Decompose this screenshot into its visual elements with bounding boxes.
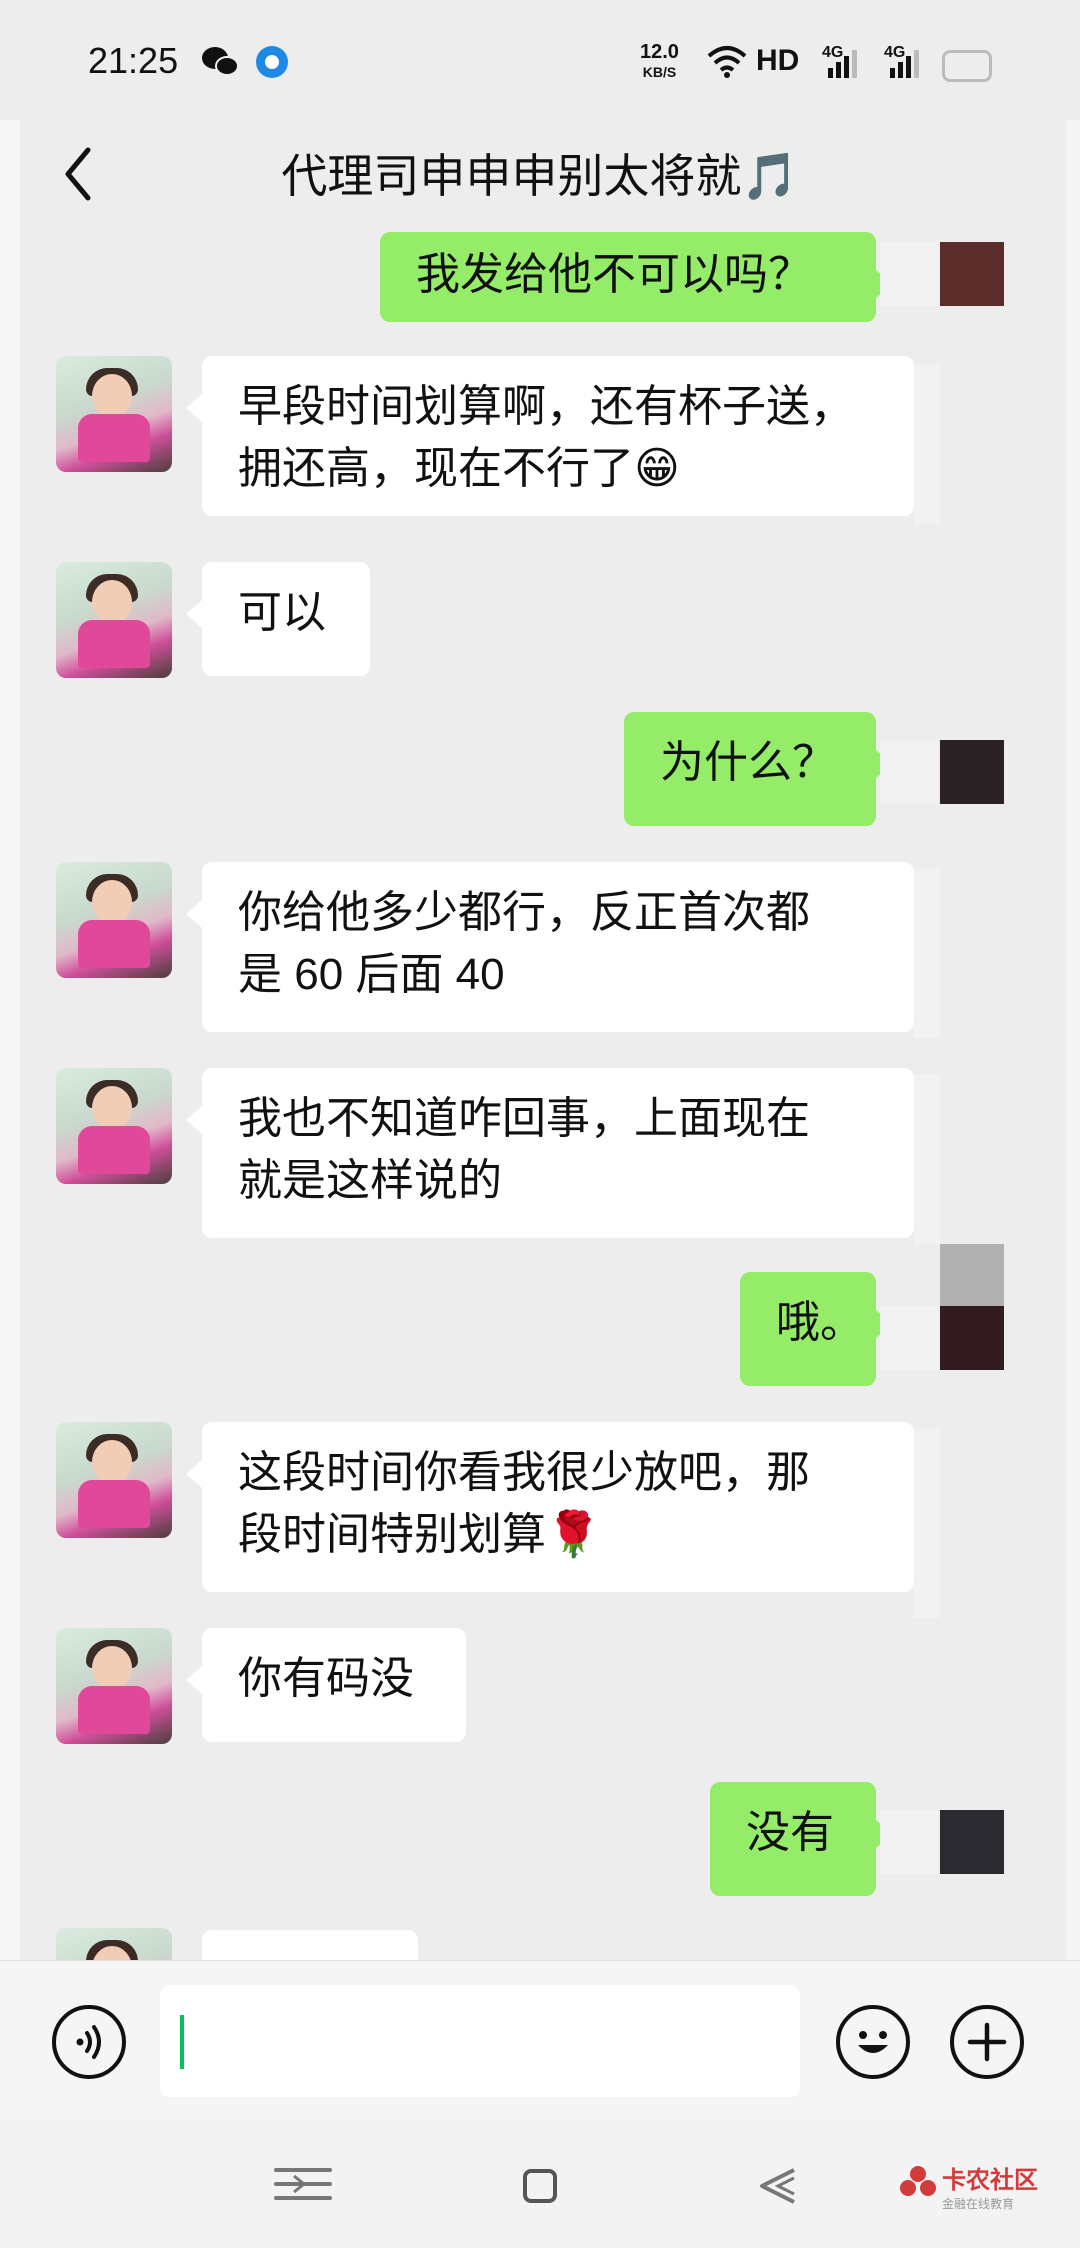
app-notification-icon bbox=[256, 46, 288, 78]
wechat-icon bbox=[202, 47, 239, 76]
message-bubble-incoming[interactable]: 你给他多少都行，反正首次都 是 60 后面 40 bbox=[186, 862, 914, 1032]
message-bubble-incoming[interactable]: 你有码没 bbox=[186, 1628, 466, 1742]
contact-avatar[interactable] bbox=[56, 562, 172, 678]
message-line: 你给他多少都行，反正首次都 bbox=[238, 888, 810, 937]
voice-icon bbox=[76, 2025, 101, 2059]
message-bubble-outgoing[interactable]: 没有 bbox=[710, 1782, 892, 1896]
message-line: 段时间特别划算🌹 bbox=[238, 1510, 601, 1559]
message-line: 是 60 后面 40 bbox=[238, 950, 505, 999]
redaction-smear bbox=[880, 242, 938, 306]
contact-avatar[interactable] bbox=[56, 1928, 172, 1960]
message-text-input[interactable] bbox=[160, 1985, 800, 2097]
system-navigation-bar bbox=[0, 2120, 1080, 2248]
contact-avatar[interactable] bbox=[56, 862, 172, 978]
plus-icon bbox=[967, 2022, 1007, 2062]
redaction-smear bbox=[914, 868, 940, 1038]
back-nav-icon[interactable] bbox=[754, 2164, 802, 2208]
chat-title-bar: 代理司申申申别太将就🎵 bbox=[0, 120, 1080, 228]
home-icon[interactable] bbox=[522, 2168, 558, 2204]
status-bar: 21:25 12.0 KB/S HD 4G 4G bbox=[0, 0, 1080, 120]
message-line: 早段时间划算啊，还有杯子送， bbox=[238, 382, 854, 431]
message-line: 拥还高，现在不行了😁 bbox=[238, 444, 680, 493]
wifi-icon bbox=[707, 46, 747, 78]
message-line: 这段时间你看我很少放吧，那 bbox=[238, 1448, 810, 1497]
contact-avatar[interactable] bbox=[56, 1628, 172, 1744]
emoji-button[interactable] bbox=[836, 2005, 910, 2079]
contact-avatar[interactable] bbox=[56, 1068, 172, 1184]
chat-message-list[interactable]: 我发给他不可以吗？ 早段时间划算啊，还有杯子送， 拥还高，现在不行了😁 可以 为… bbox=[0, 228, 1080, 1960]
menu-icon[interactable] bbox=[272, 2164, 334, 2204]
message-bubble-incoming[interactable]: 早段时间划算啊，还有杯子送， 拥还高，现在不行了😁 bbox=[186, 356, 914, 516]
chat-title: 代理司申申申别太将就🎵 bbox=[281, 150, 799, 202]
battery-icon bbox=[942, 50, 992, 82]
emoji-icon bbox=[858, 2031, 888, 2053]
redaction-smear bbox=[880, 1810, 938, 1874]
text-cursor bbox=[180, 2015, 184, 2069]
my-avatar[interactable] bbox=[940, 1306, 1004, 1370]
hd-indicator: HD bbox=[756, 44, 800, 77]
my-avatar[interactable] bbox=[940, 242, 1004, 306]
message-bubble-incoming[interactable]: 可以 bbox=[186, 562, 370, 676]
voice-button[interactable] bbox=[52, 2005, 126, 2079]
redaction-smear bbox=[914, 1428, 940, 1618]
status-time: 21:25 bbox=[88, 40, 179, 81]
redaction-smear bbox=[914, 1074, 940, 1244]
message-input-bar bbox=[0, 1960, 1080, 2121]
my-avatar[interactable] bbox=[940, 740, 1004, 804]
watermark-logo-icon bbox=[900, 2166, 936, 2196]
message-bubble-outgoing[interactable]: 我发给他不可以吗？ bbox=[380, 232, 892, 322]
watermark: 卡农社区 金融在线教育 bbox=[942, 2167, 1038, 2211]
message-bubble-incoming[interactable]: 这段时间你看我很少放吧，那 段时间特别划算🌹 bbox=[186, 1422, 914, 1592]
more-button[interactable] bbox=[950, 2005, 1024, 2079]
image-message-preview[interactable] bbox=[202, 1930, 418, 1960]
network-speed: 12.0 KB/S bbox=[640, 41, 679, 80]
message-bubble-outgoing[interactable]: 为什么？ bbox=[624, 712, 892, 826]
message-bubble-outgoing[interactable]: 哦。 bbox=[740, 1272, 892, 1386]
contact-avatar[interactable] bbox=[56, 1422, 172, 1538]
my-avatar[interactable] bbox=[940, 1810, 1004, 1874]
message-bubble-incoming[interactable]: 我也不知道咋回事，上面现在 就是这样说的 bbox=[186, 1068, 914, 1238]
redaction-smear bbox=[914, 364, 940, 524]
redaction-smear bbox=[880, 740, 938, 804]
redaction-smear bbox=[940, 1244, 1004, 1306]
message-line: 就是这样说的 bbox=[238, 1156, 502, 1205]
redaction-smear bbox=[880, 1306, 938, 1370]
contact-avatar[interactable] bbox=[56, 356, 172, 472]
message-line: 我也不知道咋回事，上面现在 bbox=[238, 1094, 810, 1143]
